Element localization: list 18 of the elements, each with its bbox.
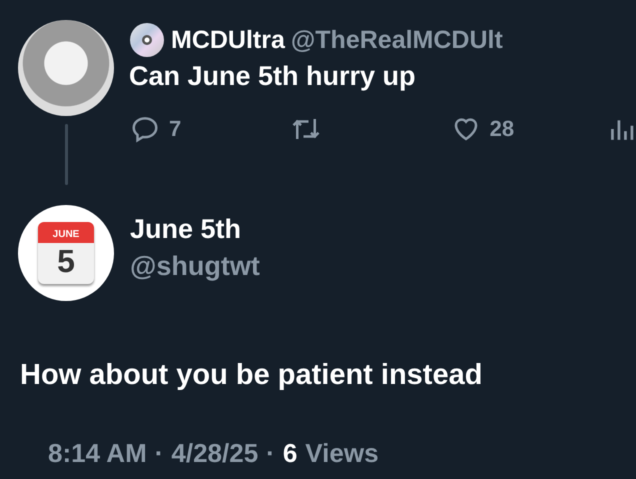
action-count: 7 bbox=[169, 116, 182, 142]
user-handle[interactable]: @shugtwt bbox=[130, 251, 260, 282]
tweet-text: Can June 5th hurry up bbox=[129, 61, 417, 92]
tweet-text: How about you be patient instead bbox=[20, 359, 484, 392]
display-name[interactable]: June 5th bbox=[130, 214, 260, 245]
views-count: 6 bbox=[282, 438, 298, 469]
display-name[interactable]: MCDUltra bbox=[171, 26, 285, 54]
post-date[interactable]: 4/28/25 bbox=[171, 438, 258, 469]
disc-icon bbox=[129, 22, 165, 58]
calendar-avatar[interactable]: JUNE 5 bbox=[18, 205, 114, 301]
post-time[interactable]: 8:14 AM bbox=[48, 438, 147, 469]
calendar-day: 5 bbox=[38, 243, 94, 279]
user-handle[interactable]: @TheRealMCDUlt bbox=[290, 26, 503, 54]
separator-dot: · bbox=[266, 438, 275, 469]
calendar-month: JUNE bbox=[38, 222, 94, 243]
separator-dot: · bbox=[154, 438, 164, 469]
action-count: 28 bbox=[490, 116, 514, 142]
views-label: Views bbox=[305, 438, 379, 469]
